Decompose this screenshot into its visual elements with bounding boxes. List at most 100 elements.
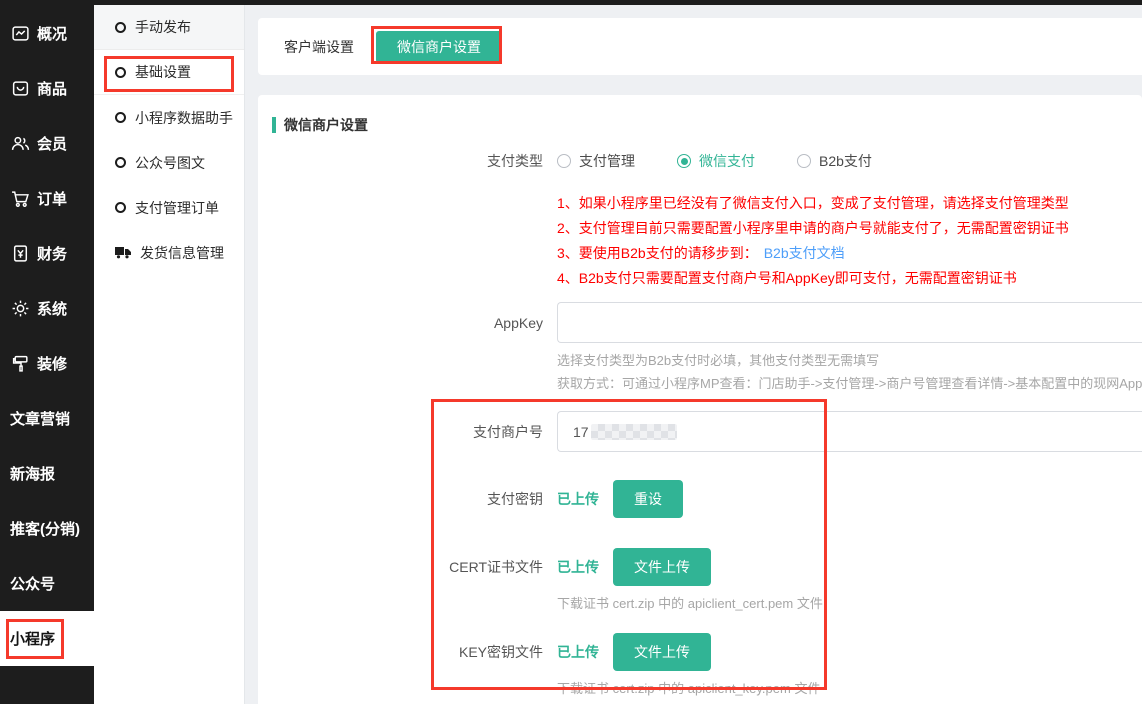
finance-icon <box>10 244 30 264</box>
submenu-item-data-assistant[interactable]: 小程序数据助手 <box>94 95 244 140</box>
sidebar-item-decorate[interactable]: 装修 <box>0 336 94 391</box>
section-accent-bar <box>272 117 276 133</box>
sidebar-item-order[interactable]: 订单 <box>0 171 94 226</box>
cert-help: 下载证书 cert.zip 中的 apiclient_cert.pem 文件 <box>557 593 823 612</box>
submenu-item-label: 发货信息管理 <box>140 243 224 263</box>
note-line-4: 4、B2b支付只需要配置支付商户号和AppKey即可支付，无需配置密钥证书 <box>557 266 1069 291</box>
key-upload-button[interactable]: 文件上传 <box>613 633 711 671</box>
radio-circle-icon <box>677 154 691 168</box>
sidebar-item-distribution[interactable]: 推客(分销) <box>0 501 94 556</box>
redacted-blur <box>591 424 677 440</box>
decorate-icon <box>10 354 30 374</box>
payment-secret-row: 支付密钥 已上传 重设 <box>258 480 1142 518</box>
note-line-3: 3、要使用B2b支付的请移步到： B2b支付文档 <box>557 241 1069 266</box>
submenu-item-payment-orders[interactable]: 支付管理订单 <box>94 185 244 230</box>
b2b-doc-link[interactable]: B2b支付文档 <box>764 245 845 261</box>
primary-sidebar: 概况 商品 会员 订单 财务 系统 装修 文章营销 <box>0 0 94 704</box>
merchant-number-input[interactable]: 17 <box>557 411 1142 452</box>
sidebar-item-new-poster[interactable]: 新海报 <box>0 446 94 501</box>
sidebar-item-label: 系统 <box>37 298 67 319</box>
merchant-number-label: 支付商户号 <box>258 422 543 442</box>
key-help: 下载证书 cert.zip 中的 apiclient_key.pem 文件 <box>557 678 820 697</box>
appkey-row: AppKey <box>258 302 1142 343</box>
sidebar-item-label: 推客(分销) <box>10 518 80 539</box>
merchant-number-row: 支付商户号 17 <box>258 411 1142 452</box>
radio-circle-icon <box>115 202 126 213</box>
radio-circle-icon <box>115 67 126 78</box>
radio-label: 微信支付 <box>699 151 755 171</box>
section-header: 微信商户设置 <box>272 115 368 135</box>
radio-circle-icon <box>557 154 571 168</box>
radio-circle-icon <box>115 157 126 168</box>
cert-file-row: CERT证书文件 已上传 文件上传 <box>258 548 1142 586</box>
sidebar-item-label: 订单 <box>37 188 67 209</box>
truck-icon <box>115 246 131 259</box>
radio-label: 支付管理 <box>579 151 635 171</box>
payment-secret-label: 支付密钥 <box>258 489 543 509</box>
sidebar-item-overview[interactable]: 概况 <box>0 6 94 61</box>
submenu-item-basic-settings[interactable]: 基础设置 <box>94 50 244 95</box>
radio-b2b-pay[interactable]: B2b支付 <box>797 151 872 171</box>
radio-circle-icon <box>797 154 811 168</box>
settings-tabs-card: 客户端设置 微信商户设置 <box>258 18 1142 75</box>
cert-status-badge: 已上传 <box>557 557 599 577</box>
note-line-3-text: 3、要使用B2b支付的请移步到： <box>557 245 758 261</box>
radio-circle-icon <box>115 112 126 123</box>
key-status-badge: 已上传 <box>557 642 599 662</box>
appkey-input[interactable] <box>557 302 1142 343</box>
sidebar-item-label: 装修 <box>37 353 67 374</box>
reset-secret-button[interactable]: 重设 <box>613 480 683 518</box>
secret-status-badge: 已上传 <box>557 489 599 509</box>
tab-client-settings[interactable]: 客户端设置 <box>284 37 354 57</box>
system-icon <box>10 299 30 319</box>
radio-circle-icon <box>115 22 126 33</box>
sidebar-item-label: 新海报 <box>10 463 55 484</box>
note-line-1: 1、如果小程序里已经没有了微信支付入口，变成了支付管理，请选择支付管理类型 <box>557 191 1069 216</box>
payment-type-row: 支付类型 支付管理 微信支付 B2b支付 <box>258 147 1142 175</box>
payment-type-label: 支付类型 <box>258 151 543 171</box>
submenu-item-shipping-info[interactable]: 发货信息管理 <box>94 230 244 275</box>
payment-notes: 1、如果小程序里已经没有了微信支付入口，变成了支付管理，请选择支付管理类型 2、… <box>557 191 1069 291</box>
top-dark-strip <box>94 0 1142 5</box>
sidebar-item-label: 商品 <box>37 78 67 99</box>
section-title: 微信商户设置 <box>284 115 368 135</box>
appkey-help-1: 选择支付类型为B2b支付时必填，其他支付类型无需填写 <box>557 350 879 369</box>
sidebar-item-label: 财务 <box>37 243 67 264</box>
sidebar-item-label: 小程序 <box>10 628 55 649</box>
submenu-item-label: 手动发布 <box>135 17 191 37</box>
sidebar-item-label: 文章营销 <box>10 408 70 429</box>
sidebar-item-mini-program[interactable]: 小程序 <box>0 611 94 666</box>
sub-sidebar: 手动发布 基础设置 小程序数据助手 公众号图文 支付管理订单 发货信息管理 <box>94 0 245 704</box>
submenu-item-label: 小程序数据助手 <box>135 108 233 128</box>
appkey-label: AppKey <box>258 315 543 331</box>
goods-icon <box>10 79 30 99</box>
merchant-number-value: 17 <box>573 424 589 440</box>
note-line-2: 2、支付管理目前只需要配置小程序里申请的商户号就能支付了，无需配置密钥证书 <box>557 216 1069 241</box>
radio-label: B2b支付 <box>819 151 872 171</box>
key-file-label: KEY密钥文件 <box>258 642 543 662</box>
sidebar-item-member[interactable]: 会员 <box>0 116 94 171</box>
submenu-item-label: 支付管理订单 <box>135 198 219 218</box>
submenu-item-label: 基础设置 <box>135 62 191 82</box>
sidebar-item-goods[interactable]: 商品 <box>0 61 94 116</box>
sidebar-item-system[interactable]: 系统 <box>0 281 94 336</box>
sidebar-item-official-account[interactable]: 公众号 <box>0 556 94 611</box>
tab-wechat-merchant-settings[interactable]: 微信商户设置 <box>376 31 502 63</box>
submenu-item-official-articles[interactable]: 公众号图文 <box>94 140 244 185</box>
radio-wechat-pay[interactable]: 微信支付 <box>677 151 755 171</box>
sidebar-item-label: 公众号 <box>10 573 55 594</box>
key-file-row: KEY密钥文件 已上传 文件上传 <box>258 633 1142 671</box>
merchant-settings-card: 微信商户设置 支付类型 支付管理 微信支付 B2b支付 1、如果小程序里已经没有… <box>258 95 1142 704</box>
overview-icon <box>10 24 30 44</box>
appkey-help-2: 获取方式：可通过小程序MP查看：门店助手->支付管理->商户号管理查看详情->基… <box>557 373 1142 392</box>
cert-upload-button[interactable]: 文件上传 <box>613 548 711 586</box>
submenu-item-label: 公众号图文 <box>135 153 205 173</box>
cert-file-label: CERT证书文件 <box>258 557 543 577</box>
sidebar-item-finance[interactable]: 财务 <box>0 226 94 281</box>
sidebar-item-article-marketing[interactable]: 文章营销 <box>0 391 94 446</box>
sidebar-item-label: 会员 <box>37 133 67 154</box>
member-icon <box>10 134 30 154</box>
sidebar-item-label: 概况 <box>37 23 67 44</box>
submenu-item-manual-publish[interactable]: 手动发布 <box>94 5 244 50</box>
radio-payment-manage[interactable]: 支付管理 <box>557 151 635 171</box>
